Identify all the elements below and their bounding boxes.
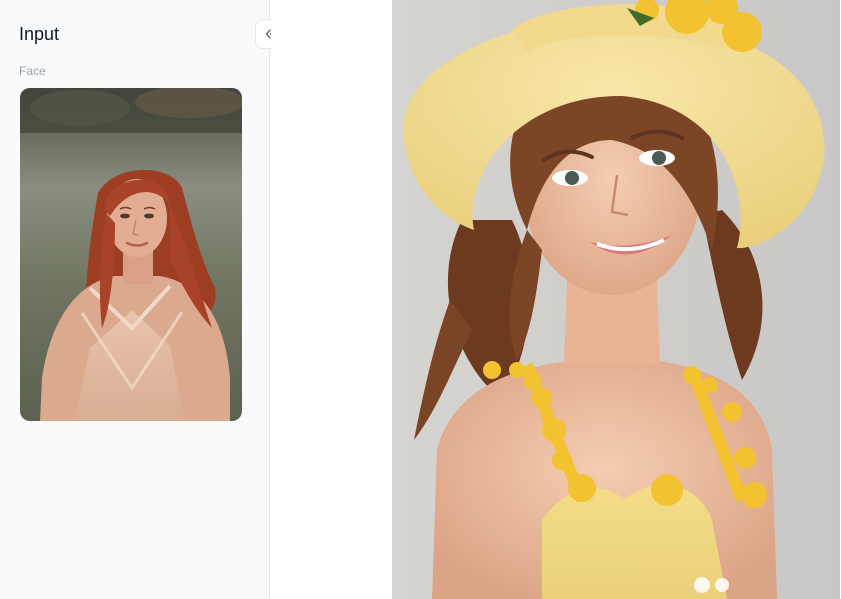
generated-portrait-image bbox=[392, 0, 840, 599]
face-portrait-image bbox=[20, 88, 242, 421]
sidebar-title: Input bbox=[19, 24, 60, 44]
result-panel bbox=[271, 0, 841, 599]
generated-result-image[interactable] bbox=[392, 0, 840, 599]
face-section-label: Face bbox=[19, 64, 46, 78]
input-sidebar: Input Face bbox=[0, 0, 285, 599]
face-input-image[interactable] bbox=[20, 88, 242, 421]
